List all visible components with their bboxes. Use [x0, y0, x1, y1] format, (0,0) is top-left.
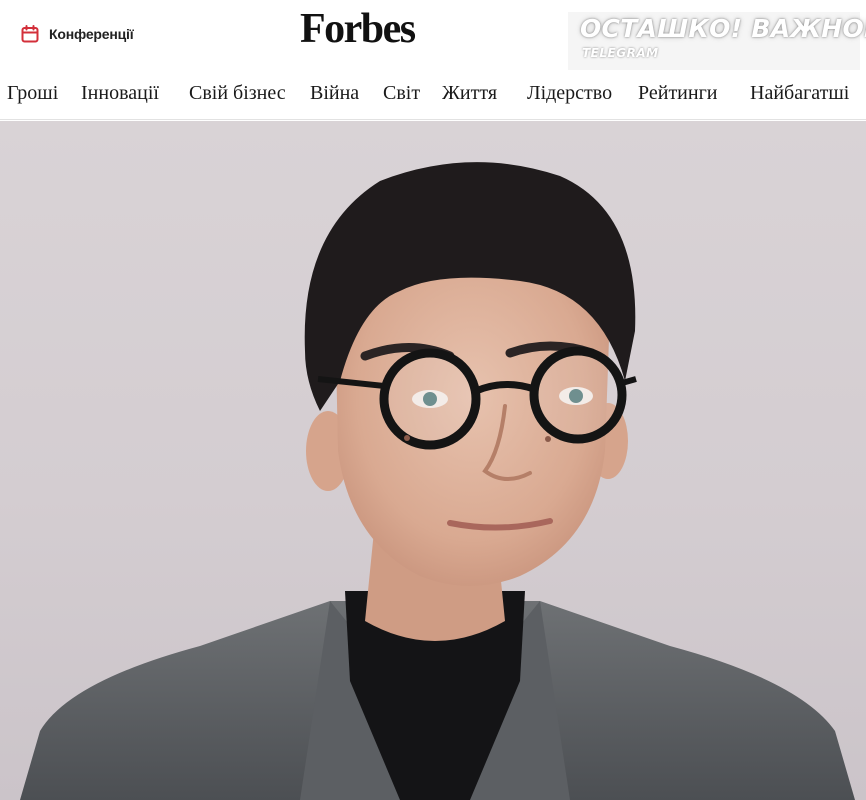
watermark-subtitle: TELEGRAM [582, 46, 659, 60]
nav-item-own-business[interactable]: Свій бізнес [189, 81, 286, 105]
nav-item-war[interactable]: Війна [310, 81, 359, 105]
forbes-logo[interactable]: Forbes [300, 8, 416, 50]
nav-item-richest[interactable]: Найбагатші [750, 81, 849, 105]
conferences-link[interactable]: Конференції [20, 24, 134, 44]
main-nav: Гроші Інновації Свій бізнес Війна Світ Ж… [0, 70, 866, 120]
nav-item-leadership[interactable]: Лідерство [527, 81, 612, 105]
watermark-overlay: ОСТАШКО! ВАЖНОЕ TELEGRAM [568, 12, 866, 70]
nav-item-life[interactable]: Життя [442, 81, 497, 105]
nav-item-ratings[interactable]: Рейтинги [638, 81, 718, 105]
nav-item-world[interactable]: Світ [383, 81, 420, 105]
top-bar: Конференції Forbes ОСТАШКО! ВАЖНОЕ TELEG… [0, 0, 866, 70]
conferences-label: Конференції [49, 26, 134, 42]
calendar-icon [21, 25, 39, 43]
nav-item-innovation[interactable]: Інновації [81, 81, 159, 105]
watermark-title: ОСТАШКО! ВАЖНОЕ [580, 14, 866, 43]
nav-item-money[interactable]: Гроші [7, 81, 58, 105]
hero-portrait-image [0, 121, 866, 800]
